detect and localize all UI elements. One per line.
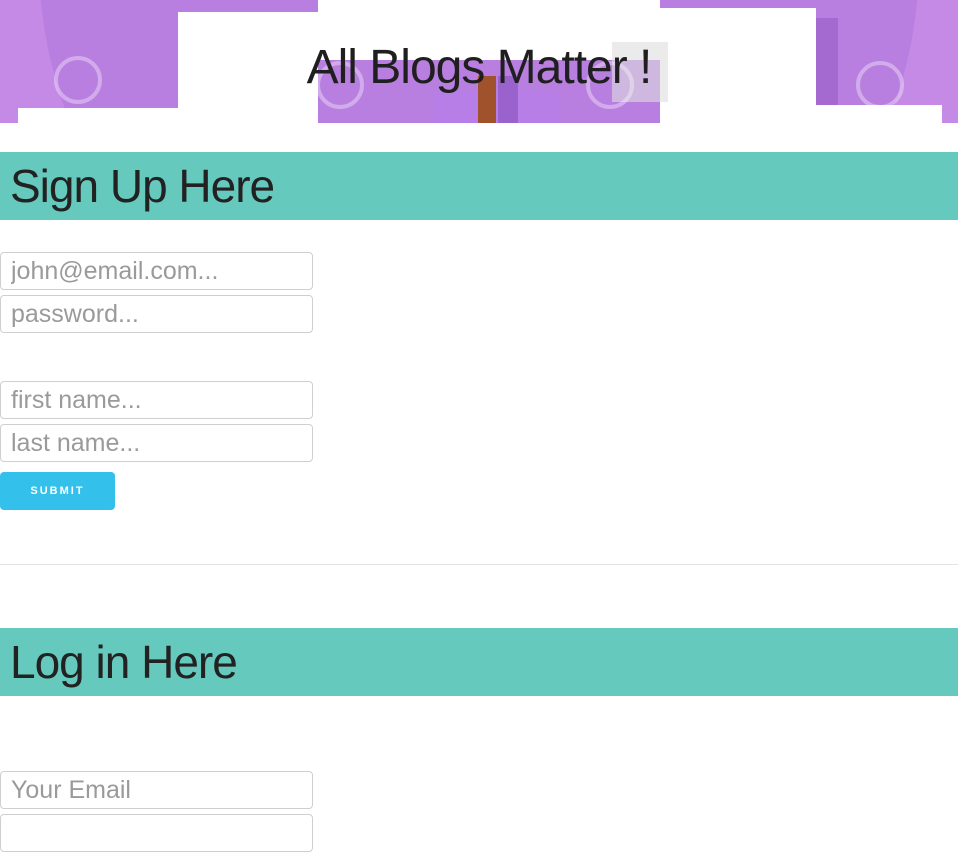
login-password-input[interactable] [0, 814, 313, 852]
signup-header: Sign Up Here [0, 152, 958, 220]
login-header: Log in Here [0, 628, 958, 696]
site-title: All Blogs Matter ! [306, 41, 653, 94]
last-name-input[interactable] [0, 424, 313, 462]
signup-email-input[interactable] [0, 252, 313, 290]
header-banner: All Blogs Matter ! [0, 0, 958, 123]
signup-password-input[interactable] [0, 295, 313, 333]
signup-heading: Sign Up Here [10, 160, 275, 212]
login-heading: Log in Here [10, 636, 238, 688]
first-name-input[interactable] [0, 381, 313, 419]
submit-button[interactable]: SUBMIT [0, 472, 115, 510]
login-email-input[interactable] [0, 771, 313, 809]
section-divider [0, 564, 958, 565]
